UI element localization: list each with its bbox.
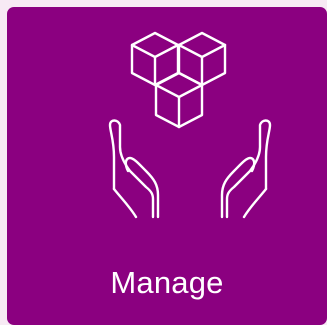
left-hand <box>108 119 160 219</box>
right-hand <box>220 119 272 219</box>
tile-label: Manage <box>110 265 224 300</box>
hands-holding-cubes-icon <box>108 31 272 219</box>
cube-bottom <box>154 71 204 129</box>
manage-tile[interactable]: Manage <box>7 7 327 325</box>
